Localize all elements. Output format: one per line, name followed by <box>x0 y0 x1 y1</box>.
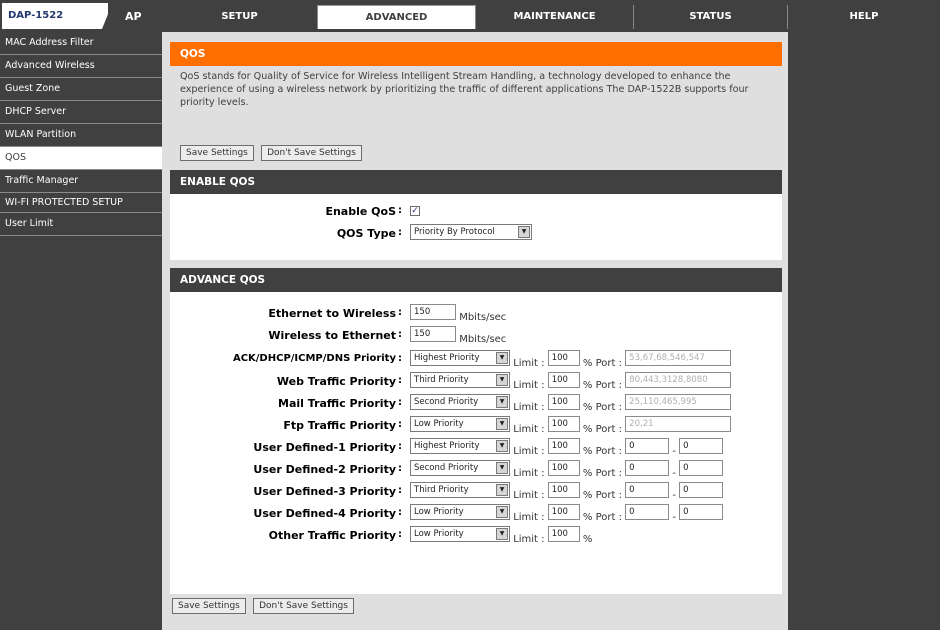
main-content: QOS QoS stands for Quality of Service fo… <box>162 32 788 630</box>
user-defined-4-priority-select[interactable]: Low Priority ▼ <box>410 504 510 520</box>
chevron-down-icon: ▼ <box>496 418 508 430</box>
sidebar: MAC Address Filter Advanced Wireless Gue… <box>0 32 162 630</box>
web-priority-select[interactable]: Third Priority ▼ <box>410 372 510 388</box>
chevron-down-icon: ▼ <box>496 462 508 474</box>
enable-qos-title: ENABLE QOS <box>170 170 782 194</box>
user-defined-1-priority-select[interactable]: Highest Priority ▼ <box>410 438 510 454</box>
top-navigation-bar: DAP-1522 AP SETUP ADVANCED MAINTENANCE S… <box>0 0 940 32</box>
ftp-traffic-priority-label: Ftp Traffic Priority <box>283 419 396 432</box>
user-defined-3-priority-label: User Defined-3 Priority <box>253 485 396 498</box>
ack-priority-select[interactable]: Highest Priority ▼ <box>410 350 510 366</box>
user-defined-3-priority-select[interactable]: Third Priority ▼ <box>410 482 510 498</box>
qos-title: QOS <box>170 42 782 66</box>
advance-qos-title: ADVANCE QOS <box>170 268 782 292</box>
sidebar-item-traffic-manager[interactable]: Traffic Manager <box>0 170 162 193</box>
other-traffic-priority-label: Other Traffic Priority <box>268 529 396 542</box>
user-defined-4-priority-label: User Defined-4 Priority <box>253 507 396 520</box>
chevron-down-icon: ▼ <box>496 396 508 408</box>
mail-priority-select[interactable]: Second Priority ▼ <box>410 394 510 410</box>
chevron-down-icon: ▼ <box>496 440 508 452</box>
ftp-priority-select[interactable]: Low Priority ▼ <box>410 416 510 432</box>
tab-setup[interactable]: SETUP <box>162 5 318 29</box>
advance-qos-panel: ADVANCE QOS Ethernet to Wireless : 150 M… <box>170 268 782 594</box>
user-defined-4-port-from-input[interactable]: 0 <box>625 504 670 520</box>
user-defined-3-limit-input[interactable]: 100 <box>547 482 580 498</box>
qos-type-select[interactable]: Priority By Protocol ▼ <box>410 224 532 240</box>
sidebar-item-advanced-wireless[interactable]: Advanced Wireless <box>0 55 162 78</box>
tab-advanced[interactable]: ADVANCED <box>318 5 476 29</box>
sidebar-item-guest-zone[interactable]: Guest Zone <box>0 78 162 101</box>
web-limit-input[interactable]: 100 <box>547 372 580 388</box>
chevron-down-icon: ▼ <box>518 226 530 238</box>
help-column <box>788 32 940 630</box>
model-name: DAP-1522 <box>8 10 64 21</box>
ack-port-input[interactable]: 53,67,68,546,547 <box>625 350 732 366</box>
enable-qos-panel: ENABLE QOS Enable QoS : ✓ QOS Type : Pri… <box>170 170 782 260</box>
user-defined-1-port-from-input[interactable]: 0 <box>625 438 670 454</box>
qos-type-label: QOS Type <box>336 227 396 240</box>
sidebar-item-user-limit[interactable]: User Limit <box>0 213 162 236</box>
chevron-down-icon: ▼ <box>496 506 508 518</box>
user-defined-2-priority-select[interactable]: Second Priority ▼ <box>410 460 510 476</box>
ethernet-to-wireless-unit: Mbits/sec <box>459 312 507 323</box>
qos-intro-panel: QOS QoS stands for Quality of Service fo… <box>170 42 782 190</box>
dont-save-settings-button-top[interactable]: Don't Save Settings <box>261 145 362 161</box>
wireless-to-ethernet-input[interactable]: 150 <box>410 326 456 342</box>
dont-save-settings-button-bottom[interactable]: Don't Save Settings <box>253 598 354 614</box>
user-defined-1-limit-input[interactable]: 100 <box>547 438 580 454</box>
user-defined-3-port-from-input[interactable]: 0 <box>625 482 670 498</box>
sidebar-item-wps[interactable]: WI-FI PROTECTED SETUP <box>0 193 162 213</box>
user-defined-4-limit-input[interactable]: 100 <box>547 504 580 520</box>
user-defined-2-port-from-input[interactable]: 0 <box>625 460 670 476</box>
user-defined-3-port-to-input[interactable]: 0 <box>679 482 724 498</box>
other-traffic-limit-input[interactable]: 100 <box>547 526 580 542</box>
user-defined-1-priority-label: User Defined-1 Priority <box>253 441 396 454</box>
tab-help[interactable]: HELP <box>788 5 940 29</box>
user-defined-2-limit-input[interactable]: 100 <box>547 460 580 476</box>
sidebar-item-qos[interactable]: QOS <box>0 147 162 170</box>
sidebar-item-mac-address-filter[interactable]: MAC Address Filter <box>0 32 162 55</box>
chevron-down-icon: ▼ <box>496 484 508 496</box>
ack-limit-input[interactable]: 100 <box>547 350 580 366</box>
chevron-down-icon: ▼ <box>496 374 508 386</box>
ftp-limit-input[interactable]: 100 <box>547 416 580 432</box>
sidebar-item-dhcp-server[interactable]: DHCP Server <box>0 101 162 124</box>
web-traffic-priority-label: Web Traffic Priority <box>276 375 396 388</box>
model-badge: DAP-1522 AP <box>2 3 160 29</box>
enable-qos-checkbox[interactable]: ✓ <box>410 206 420 216</box>
wireless-to-ethernet-unit: Mbits/sec <box>459 334 507 345</box>
save-settings-button-top[interactable]: Save Settings <box>180 145 254 161</box>
ethernet-to-wireless-label: Ethernet to Wireless <box>268 307 396 320</box>
mail-limit-input[interactable]: 100 <box>547 394 580 410</box>
device-mode: AP <box>125 10 142 23</box>
ack-dhcp-icmp-dns-priority-label: ACK/DHCP/ICMP/DNS Priority <box>232 353 396 364</box>
user-defined-4-port-to-input[interactable]: 0 <box>679 504 724 520</box>
mail-traffic-priority-label: Mail Traffic Priority <box>278 397 396 410</box>
mail-port-input[interactable]: 25,110,465,995 <box>625 394 732 410</box>
tab-status[interactable]: STATUS <box>634 5 788 29</box>
sidebar-item-wlan-partition[interactable]: WLAN Partition <box>0 124 162 147</box>
enable-qos-label: Enable QoS <box>325 205 396 218</box>
web-port-input[interactable]: 80,443,3128,8080 <box>625 372 732 388</box>
user-defined-2-priority-label: User Defined-2 Priority <box>253 463 396 476</box>
qos-description: QoS stands for Quality of Service for Wi… <box>180 71 749 108</box>
save-settings-button-bottom[interactable]: Save Settings <box>172 598 246 614</box>
wireless-to-ethernet-label: Wireless to Ethernet <box>268 329 396 342</box>
chevron-down-icon: ▼ <box>496 352 508 364</box>
chevron-down-icon: ▼ <box>496 528 508 540</box>
ftp-port-input[interactable]: 20,21 <box>625 416 732 432</box>
ethernet-to-wireless-input[interactable]: 150 <box>410 304 456 320</box>
tab-maintenance[interactable]: MAINTENANCE <box>476 5 634 29</box>
other-traffic-priority-select[interactable]: Low Priority ▼ <box>410 526 510 542</box>
user-defined-1-port-to-input[interactable]: 0 <box>679 438 724 454</box>
user-defined-2-port-to-input[interactable]: 0 <box>679 460 724 476</box>
